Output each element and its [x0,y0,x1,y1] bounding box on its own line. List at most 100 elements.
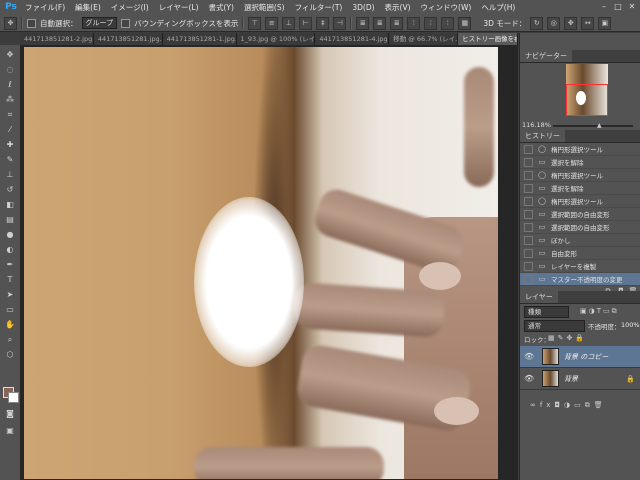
history-checkbox[interactable] [524,157,533,167]
zoom-tool-icon[interactable]: ⌕ [3,334,17,345]
menu-3d[interactable]: 3D(D) [347,3,379,12]
zoom-slider-handle[interactable]: ▲ [597,122,602,129]
history-checkbox[interactable] [524,261,533,271]
history-item-selected[interactable]: ▭ マスター不透明度の変更 [520,273,640,286]
dodge-tool-icon[interactable]: ◐ [3,244,17,255]
new-layer-icon[interactable]: ⧉ [585,401,594,409]
menu-layer[interactable]: レイヤー(L) [154,2,204,13]
adjustment-layer-icon[interactable]: ◑ [564,401,574,409]
blur-tool-icon[interactable]: ● [3,229,17,240]
zoom-slider[interactable] [553,125,633,127]
layer-filter-icons[interactable]: ▣◑T▭⧉ [580,307,619,316]
3d-rotate-icon[interactable]: ↻ [530,16,544,30]
navigator-view-box[interactable] [566,84,608,116]
history-item[interactable]: ▭ 選択を解除 [520,182,640,195]
tab-document-1[interactable]: 441713851281-2.jpg...× [20,33,94,45]
clone-stamp-tool-icon[interactable]: ⊥ [3,169,17,180]
layer-row[interactable]: 👁 背景 🔒 [520,368,640,390]
history-checkbox[interactable] [524,170,533,180]
quick-select-tool-icon[interactable]: ⁂ [3,94,17,105]
pen-tool-icon[interactable]: ✒ [3,259,17,270]
tab-document-active[interactable]: ヒストリー画像を複製 [458,33,518,45]
fx-icon[interactable]: fx [540,401,555,409]
history-item[interactable]: ▭ 選択範囲の自由変形 [520,221,640,234]
canvas-area[interactable] [20,45,518,480]
minimize-button[interactable]: – [598,1,610,12]
auto-select-target-dropdown[interactable]: グループ [81,17,118,29]
auto-select-checkbox[interactable] [27,18,36,28]
zoom-level[interactable]: 116.18% [522,121,551,129]
align-left-icon[interactable]: ⊢ [299,16,313,30]
crop-tool-icon[interactable]: ⌗ [3,109,17,120]
distribute-middle-icon[interactable]: ≣ [373,16,387,30]
healing-brush-tool-icon[interactable]: ✚ [3,139,17,150]
bounding-box-checkbox[interactable] [121,18,131,28]
align-middle-icon[interactable]: ≡ [265,16,279,30]
history-checkbox[interactable] [524,144,533,154]
tab-document-6[interactable]: 移動 @ 66.7% (レイ...× [389,33,459,45]
navigator-thumbnail[interactable] [566,64,608,116]
document-image[interactable] [24,47,498,479]
shape-tool-icon[interactable]: ▭ [3,304,17,315]
gradient-tool-icon[interactable]: ▤ [3,214,17,225]
menu-help[interactable]: ヘルプ(H) [476,2,520,13]
tab-document-3[interactable]: 441713851281-1.jpg...× [162,33,237,45]
history-checkbox[interactable] [524,183,533,193]
menu-select[interactable]: 選択範囲(S) [239,2,290,13]
distribute-top-icon[interactable]: ≣ [356,16,370,30]
hand-tool-icon[interactable]: ✋ [3,319,17,330]
menu-window[interactable]: ウィンドウ(W) [416,2,477,13]
move-tool-preset-icon[interactable]: ✥ [4,16,17,30]
brush-tool-icon[interactable]: ✎ [3,154,17,165]
align-bottom-icon[interactable]: ⊥ [282,16,296,30]
menu-image[interactable]: イメージ(I) [106,2,154,13]
eye-icon[interactable]: 👁 [524,352,534,361]
group-icon[interactable]: ▭ [574,401,585,409]
tab-navigator[interactable]: ナビゲーター [520,50,572,62]
distribute-bottom-icon[interactable]: ≣ [390,16,404,30]
quick-mask-icon[interactable]: ◙ [3,408,17,419]
menu-edit[interactable]: 編集(E) [70,2,106,13]
close-window-button[interactable]: ✕ [626,1,638,12]
history-brush-tool-icon[interactable]: ↺ [3,184,17,195]
add-mask-icon[interactable]: ◘ [554,401,564,409]
3d-slide-icon[interactable]: ↔ [581,16,595,30]
history-checkbox[interactable] [524,248,533,258]
background-color-swatch[interactable] [8,392,19,403]
menu-file[interactable]: ファイル(F) [20,2,70,13]
maximize-button[interactable]: □ [612,1,624,12]
history-checkbox[interactable] [524,222,533,232]
menu-view[interactable]: 表示(V) [380,2,416,13]
history-checkbox[interactable] [524,274,533,284]
lock-icons[interactable]: ▦✎✥🔒 [548,334,587,342]
menu-type[interactable]: 書式(Y) [204,2,239,13]
link-layers-icon[interactable]: ∞ [530,401,540,409]
path-select-tool-icon[interactable]: ➤ [3,289,17,300]
history-item[interactable]: ◯ 楕円形選択ツール [520,143,640,156]
delete-layer-icon[interactable]: 🗑 [594,401,607,409]
distribute-center-icon[interactable]: ⦙ [424,16,438,30]
3d-scale-icon[interactable]: ▣ [598,16,612,30]
align-center-icon[interactable]: ‡ [316,16,330,30]
marquee-tool-icon[interactable]: ◌ [3,64,17,75]
type-tool-icon[interactable]: T [3,274,17,285]
history-checkbox[interactable] [524,196,533,206]
tab-layers[interactable]: レイヤー [520,291,558,303]
eye-icon[interactable]: 👁 [524,374,534,383]
3d-drag-icon[interactable]: ✥ [564,16,578,30]
layer-filter-dropdown[interactable]: 種類 [524,306,569,318]
menu-filter[interactable]: フィルター(T) [290,2,348,13]
history-item[interactable]: ▭ 選択範囲の自由変形 [520,208,640,221]
align-right-icon[interactable]: ⊣ [333,16,347,30]
history-item[interactable]: ◯ 楕円形選択ツール [520,169,640,182]
eraser-tool-icon[interactable]: ◧ [3,199,17,210]
auto-align-icon[interactable]: ▦ [458,16,472,30]
3d-roll-icon[interactable]: ◎ [547,16,561,30]
tab-document-5[interactable]: 441713851281-4.jpg...× [315,33,390,45]
history-item[interactable]: ◯ 楕円形選択ツール [520,195,640,208]
history-item[interactable]: ▭ 自由変形 [520,247,640,260]
screen-mode-icon[interactable]: ▣ [3,425,17,436]
history-checkbox[interactable] [524,235,533,245]
history-checkbox[interactable] [524,209,533,219]
tab-document-2[interactable]: 441713851281.jpg...× [93,33,163,45]
